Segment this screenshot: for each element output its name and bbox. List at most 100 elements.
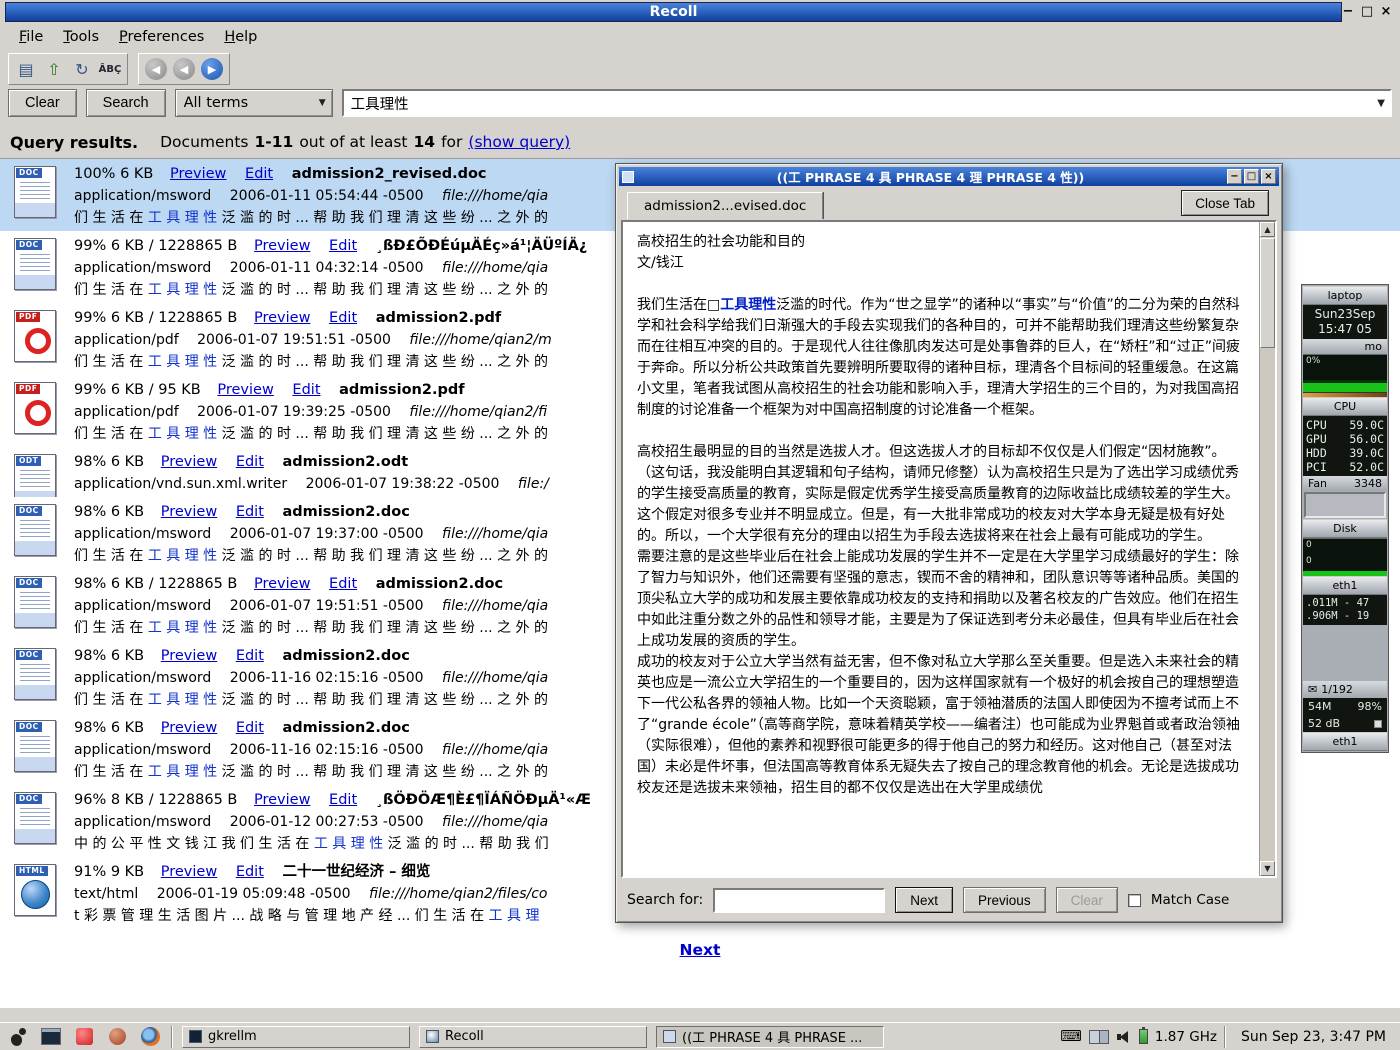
result-date: 2006-01-11 05:54:44 -0500: [230, 188, 424, 204]
preview-link[interactable]: Preview: [161, 504, 217, 520]
next-results-link[interactable]: Next: [680, 941, 721, 959]
preview-link[interactable]: Preview: [170, 166, 226, 182]
speaker-icon[interactable]: [1116, 1030, 1132, 1044]
edit-link[interactable]: Edit: [236, 864, 264, 880]
search-history-dropdown-icon[interactable]: ▼: [1377, 98, 1385, 109]
preview-link[interactable]: Preview: [254, 792, 310, 808]
brown-app-icon: [109, 1028, 126, 1045]
search-button[interactable]: Search: [86, 89, 166, 117]
result-filename: admission2_revised.doc: [292, 166, 487, 182]
maximize-icon[interactable]: □: [1359, 4, 1375, 20]
term-explorer-icon[interactable]: ÂBÇ: [97, 56, 123, 82]
preview-link[interactable]: Preview: [161, 648, 217, 664]
result-url: file:///home/qian2/fi: [409, 404, 547, 420]
clear-button[interactable]: Clear: [8, 89, 77, 117]
preview-search-input[interactable]: [713, 888, 885, 913]
task-gkrellm[interactable]: gkrellm: [182, 1026, 410, 1048]
menu-preferences[interactable]: Preferences: [110, 27, 213, 47]
search-term-highlight: 工 具 理 性: [148, 210, 217, 226]
footprint-menu-icon[interactable]: [6, 1025, 30, 1049]
search-query-input[interactable]: [342, 89, 1392, 117]
gk-disk-zero-top: 0: [1306, 540, 1312, 550]
keyboard-icon[interactable]: ⌨: [1060, 1029, 1082, 1044]
gk-slider[interactable]: [1304, 492, 1386, 518]
query-details-icon[interactable]: ▤: [13, 56, 39, 82]
terminal-launcher[interactable]: [39, 1025, 63, 1049]
gk-disk-zero-bottom: 0: [1306, 556, 1312, 566]
gk-mail-count: 1/192: [1321, 683, 1353, 696]
prev-page-icon[interactable]: ◀: [173, 58, 195, 80]
file-type-icon: [14, 720, 56, 772]
preview-content[interactable]: 高校招生的社会功能和目的文/钱江 我们生活在□工具理性泛滥的时代。作为“世之显学…: [621, 220, 1277, 878]
edit-link[interactable]: Edit: [236, 648, 264, 664]
gk-mail-row: ✉ 1/192: [1303, 681, 1387, 698]
task-recoll[interactable]: Recoll: [419, 1026, 647, 1048]
match-case-checkbox[interactable]: [1128, 894, 1141, 907]
preview-titlebar[interactable]: ((工 PHRASE 4 具 PHRASE 4 理 PHRASE 4 性)) −…: [619, 167, 1279, 186]
next-page-icon[interactable]: ▶: [201, 58, 223, 80]
preview-close-icon[interactable]: ×: [1261, 169, 1276, 184]
search-row: Clear Search All terms ▼ ▼: [4, 88, 1396, 118]
history-icon[interactable]: ↻: [69, 56, 95, 82]
text-segment: 们 生 活 在: [74, 548, 148, 564]
preview-link[interactable]: Preview: [254, 310, 310, 326]
gk-mute-button[interactable]: [1374, 720, 1382, 728]
gk-disk-chart: 0 0: [1303, 538, 1387, 576]
scroll-down-icon[interactable]: ▼: [1260, 861, 1275, 876]
preview-previous-button[interactable]: Previous: [963, 887, 1046, 913]
search-mode-select[interactable]: All terms ▼: [175, 89, 333, 117]
preview-minimize-icon[interactable]: −: [1227, 169, 1242, 184]
text-segment: 高校招生最明显的目的当然是选拔人才。但这选拔人才的目标却不仅仅是人们假定“因材施…: [637, 444, 1239, 544]
preview-link[interactable]: Preview: [254, 238, 310, 254]
result-mimetype: application/pdf: [74, 404, 179, 420]
first-page-icon[interactable]: ◀: [145, 58, 167, 80]
preview-link[interactable]: Preview: [161, 454, 217, 470]
preview-link[interactable]: Preview: [161, 864, 217, 880]
preview-next-button[interactable]: Next: [895, 887, 953, 913]
window-titlebar[interactable]: Recoll: [5, 2, 1342, 22]
gk-spacer: [1303, 625, 1387, 681]
task-preview-window[interactable]: ((工 PHRASE 4 具 PHRASE ...: [656, 1026, 884, 1048]
gk-time: 15:47 05: [1303, 322, 1387, 337]
edit-link[interactable]: Edit: [292, 382, 320, 398]
menu-tools[interactable]: Tools: [54, 27, 108, 47]
app-launcher-brown[interactable]: [105, 1025, 129, 1049]
sort-icon[interactable]: ⇧: [41, 56, 67, 82]
close-tab-button[interactable]: Close Tab: [1181, 190, 1269, 216]
edit-link[interactable]: Edit: [329, 792, 357, 808]
edit-link[interactable]: Edit: [329, 238, 357, 254]
edit-link[interactable]: Edit: [236, 504, 264, 520]
close-icon[interactable]: ×: [1378, 4, 1394, 20]
search-term-highlight: 工 具 理 性: [314, 836, 383, 852]
cpu-frequency: 1.87 GHz: [1155, 1029, 1217, 1045]
gk-db-row: 52 dB: [1303, 715, 1387, 732]
preview-link[interactable]: Preview: [254, 576, 310, 592]
edit-link[interactable]: Edit: [329, 576, 357, 592]
edit-link[interactable]: Edit: [329, 310, 357, 326]
edit-link[interactable]: Edit: [236, 454, 264, 470]
edit-link[interactable]: Edit: [236, 720, 264, 736]
preview-maximize-icon[interactable]: □: [1244, 169, 1259, 184]
app-launcher-red[interactable]: [72, 1025, 96, 1049]
text-segment: 泛滥的时代。作为“世之显学”的诸种以“事实”与“价值”的二分为荣的自然科学和社会…: [637, 297, 1240, 418]
minimize-icon[interactable]: −: [1340, 4, 1356, 20]
scroll-up-icon[interactable]: ▲: [1260, 222, 1275, 237]
preview-link[interactable]: Preview: [161, 720, 217, 736]
preview-link[interactable]: Preview: [217, 382, 273, 398]
scrollbar-thumb[interactable]: [1260, 238, 1275, 348]
match-case-label: Match Case: [1151, 892, 1230, 908]
battery-icon[interactable]: [1139, 1029, 1148, 1044]
show-query-link[interactable]: (show query): [468, 133, 570, 151]
gk-net-lines: .011M - 47.906M - 19: [1303, 595, 1387, 625]
menu-file[interactable]: File: [10, 27, 52, 47]
result-url: file:///home/qia: [442, 526, 548, 542]
results-header: Query results. Documents 1-11 out of at …: [10, 130, 570, 154]
result-relevance-size: 98% 6 KB: [74, 720, 144, 736]
edit-link[interactable]: Edit: [245, 166, 273, 182]
firefox-launcher[interactable]: [138, 1025, 162, 1049]
preview-scrollbar[interactable]: ▲ ▼: [1259, 222, 1275, 876]
menu-help[interactable]: Help: [215, 27, 266, 47]
preview-tab[interactable]: admission2...evised.doc: [627, 192, 823, 219]
preview-clear-button[interactable]: Clear: [1056, 887, 1118, 913]
workspace-pager-icon[interactable]: [1089, 1030, 1109, 1044]
